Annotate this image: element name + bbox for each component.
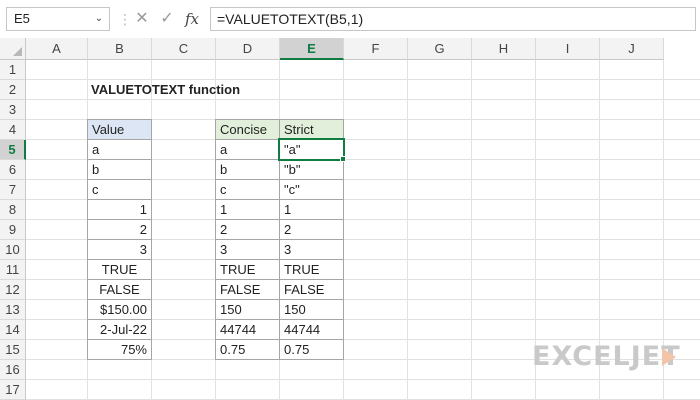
row-header-12[interactable]: 12 <box>0 280 26 300</box>
concise-cell[interactable]: b <box>215 159 280 180</box>
row-header-8[interactable]: 8 <box>0 200 26 220</box>
column-header-e[interactable]: E <box>280 38 344 60</box>
value-cell[interactable]: b <box>87 159 152 180</box>
row-header-11[interactable]: 11 <box>0 260 26 280</box>
insert-function-icon[interactable]: fx <box>181 8 203 30</box>
gridline <box>26 379 700 380</box>
row-header-16[interactable]: 16 <box>0 360 26 380</box>
row-header-14[interactable]: 14 <box>0 320 26 340</box>
row-header-3[interactable]: 3 <box>0 100 26 120</box>
row-header-6[interactable]: 6 <box>0 160 26 180</box>
strict-cell[interactable]: "b" <box>279 159 344 180</box>
formula-input[interactable]: =VALUETOTEXT(B5,1) <box>210 7 696 31</box>
sheet-title[interactable]: VALUETOTEXT function <box>91 80 240 100</box>
row-header-1[interactable]: 1 <box>0 60 26 80</box>
strict-cell[interactable]: 3 <box>279 239 344 260</box>
concise-cell[interactable]: 0.75 <box>215 339 280 360</box>
column-header-i[interactable]: I <box>536 38 600 60</box>
row-header-15[interactable]: 15 <box>0 340 26 360</box>
concise-cell[interactable]: 3 <box>215 239 280 260</box>
confirm-icon[interactable]: ✓ <box>156 8 178 30</box>
concise-cell[interactable]: 44744 <box>215 319 280 340</box>
value-cell[interactable]: 1 <box>87 199 152 220</box>
strict-cell[interactable]: "c" <box>279 179 344 200</box>
strict-cell[interactable]: 2 <box>279 219 344 240</box>
concise-cell[interactable]: a <box>215 139 280 160</box>
strict-cell[interactable]: 1 <box>279 199 344 220</box>
concise-cell[interactable]: c <box>215 179 280 200</box>
concise-cell[interactable]: FALSE <box>215 279 280 300</box>
value-cell[interactable]: 2-Jul-22 <box>87 319 152 340</box>
column-header-d[interactable]: D <box>216 38 280 60</box>
value-cell[interactable]: $150.00 <box>87 299 152 320</box>
column-header-g[interactable]: G <box>408 38 472 60</box>
value-cell[interactable]: TRUE <box>87 259 152 280</box>
row-header-17[interactable]: 17 <box>0 380 26 400</box>
row-header-2[interactable]: 2 <box>0 80 26 100</box>
fill-handle[interactable] <box>340 156 346 162</box>
strict-cell[interactable]: 150 <box>279 299 344 320</box>
strict-cell[interactable]: TRUE <box>279 259 344 280</box>
row-header-5[interactable]: 5 <box>0 140 26 160</box>
value-header-cell[interactable]: Value <box>87 119 152 140</box>
row-header-13[interactable]: 13 <box>0 300 26 320</box>
strict-header-cell[interactable]: Strict <box>279 119 344 140</box>
column-header-b[interactable]: B <box>88 38 152 60</box>
exceljet-logo: EXCELJET <box>532 341 681 372</box>
concise-cell[interactable]: 2 <box>215 219 280 240</box>
concise-cell[interactable]: 150 <box>215 299 280 320</box>
row-header-4[interactable]: 4 <box>0 120 26 140</box>
value-cell[interactable]: a <box>87 139 152 160</box>
strict-cell[interactable]: 0.75 <box>279 339 344 360</box>
value-cell[interactable]: 3 <box>87 239 152 260</box>
exceljet-logo-icon <box>662 348 676 366</box>
strict-cell[interactable]: 44744 <box>279 319 344 340</box>
chevron-down-icon[interactable]: ⌄ <box>92 11 106 27</box>
select-all-corner[interactable] <box>0 38 26 60</box>
column-header-f[interactable]: F <box>344 38 408 60</box>
value-cell[interactable]: c <box>87 179 152 200</box>
concise-cell[interactable]: 1 <box>215 199 280 220</box>
formula-bar: E5 ⌄ ⋮ ✕ ✓ fx =VALUETOTEXT(B5,1) <box>0 0 700 38</box>
active-cell-selection <box>278 138 345 161</box>
value-cell[interactable]: 75% <box>87 339 152 360</box>
column-header-a[interactable]: A <box>26 38 88 60</box>
gridline <box>471 60 472 400</box>
column-header-h[interactable]: H <box>472 38 536 60</box>
column-header-j[interactable]: J <box>600 38 664 60</box>
column-header-c[interactable]: C <box>152 38 216 60</box>
strict-cell[interactable]: FALSE <box>279 279 344 300</box>
row-header-10[interactable]: 10 <box>0 240 26 260</box>
gridline <box>407 60 408 400</box>
select-all-icon <box>13 47 22 56</box>
row-header-9[interactable]: 9 <box>0 220 26 240</box>
value-cell[interactable]: 2 <box>87 219 152 240</box>
drag-handle-icon[interactable]: ⋮ <box>118 8 132 30</box>
row-header-7[interactable]: 7 <box>0 180 26 200</box>
value-cell[interactable]: FALSE <box>87 279 152 300</box>
cancel-icon[interactable]: ✕ <box>131 8 153 30</box>
concise-header-cell[interactable]: Concise <box>215 119 280 140</box>
concise-cell[interactable]: TRUE <box>215 259 280 280</box>
